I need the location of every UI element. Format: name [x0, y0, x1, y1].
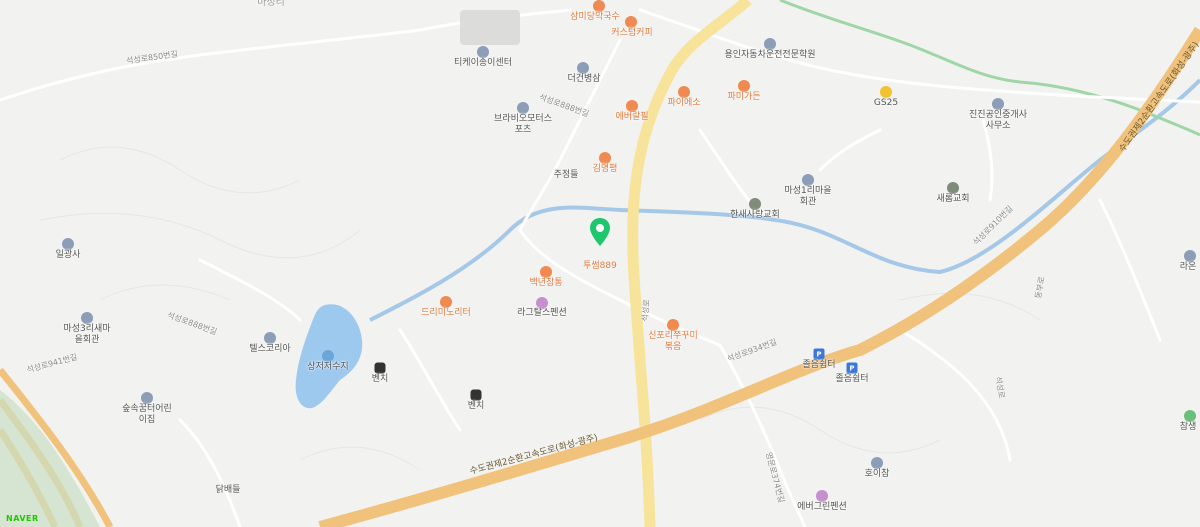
area-label: 마정리: [257, 0, 285, 8]
selected-marker-label[interactable]: 투썸889: [583, 258, 617, 271]
map-canvas[interactable]: 마정리 삼미당막국수 커스텀커피 티케이송이센터 더건병삼 용인자동차운전전문학…: [0, 0, 1200, 527]
poi-label[interactable]: 라그탈스펜션: [517, 308, 567, 319]
park-icon[interactable]: [1184, 410, 1196, 422]
poi-label[interactable]: 숲속꿈터어린이집: [122, 404, 172, 426]
poi-label[interactable]: 벤치: [372, 374, 389, 385]
school-icon[interactable]: [764, 38, 776, 50]
poi-label[interactable]: 진진공인중개사사무소: [968, 110, 1028, 132]
poi-label[interactable]: 티케이송이센터: [454, 58, 512, 69]
poi-icon[interactable]: [992, 98, 1004, 110]
poi-icon[interactable]: [477, 46, 489, 58]
location-pin-icon[interactable]: [589, 217, 611, 247]
poi-icon[interactable]: [871, 457, 883, 469]
poi-icon[interactable]: [81, 312, 93, 324]
poi-label[interactable]: 마성3리새마을회관: [62, 324, 112, 346]
poi-label[interactable]: 백년참통: [529, 278, 562, 289]
poi-label[interactable]: 텔스코리아: [249, 344, 290, 355]
poi-label[interactable]: 에버그린펜션: [797, 502, 847, 513]
poi-label[interactable]: 새롬교회: [936, 194, 969, 205]
poi-label[interactable]: 에버랄필: [615, 112, 648, 123]
poi-label[interactable]: 졸음쉼터: [835, 374, 868, 385]
poi-label[interactable]: GS25: [874, 98, 898, 109]
poi-label[interactable]: 일광사: [56, 250, 81, 261]
restaurant-icon[interactable]: [540, 266, 552, 278]
poi-icon[interactable]: [802, 174, 814, 186]
restaurant-icon[interactable]: [626, 100, 638, 112]
poi-label[interactable]: 더건병삼: [567, 74, 600, 85]
poi-icon[interactable]: [264, 332, 276, 344]
convenience-store-icon[interactable]: [880, 86, 892, 98]
church-icon[interactable]: [947, 182, 959, 194]
poi-label[interactable]: 신포리쭈꾸미볶음: [648, 331, 698, 353]
store-icon[interactable]: [440, 296, 452, 308]
poi-icon[interactable]: [517, 102, 529, 114]
restaurant-icon[interactable]: [678, 86, 690, 98]
poi-label[interactable]: 상저저수지: [307, 362, 348, 373]
temple-icon[interactable]: [62, 238, 74, 250]
poi-label[interactable]: 김명평: [593, 164, 618, 175]
reservoir-icon[interactable]: [322, 350, 334, 362]
poi-label[interactable]: 파미가든: [727, 92, 760, 103]
naver-logo: NAVER: [6, 514, 39, 523]
bench-icon[interactable]: [470, 389, 482, 401]
poi-label[interactable]: 호이참: [865, 469, 890, 480]
kindergarten-icon[interactable]: [141, 392, 153, 404]
poi-label[interactable]: 참생: [1180, 422, 1197, 433]
poi-label[interactable]: 파이에소: [667, 98, 700, 109]
poi-label[interactable]: 용인자동차운전전문학원: [724, 50, 815, 61]
rest-area-icon[interactable]: P: [813, 348, 825, 360]
pension-icon[interactable]: [816, 490, 828, 502]
poi-label[interactable]: 커스텀커피: [611, 28, 652, 39]
poi-label[interactable]: 라온: [1180, 262, 1197, 273]
main-road: [627, 0, 752, 527]
poi-label[interactable]: 마성1리마을회관: [783, 186, 833, 208]
restaurant-icon[interactable]: [593, 0, 605, 12]
poi-label[interactable]: 벤치: [468, 401, 485, 412]
poi-label[interactable]: 브라비오모터스포츠: [493, 114, 553, 136]
restaurant-icon[interactable]: [667, 319, 679, 331]
bench-icon[interactable]: [374, 362, 386, 374]
rest-area-icon[interactable]: P: [846, 362, 858, 374]
place-label: 닭배들: [215, 485, 241, 495]
cafe-icon[interactable]: [625, 16, 637, 28]
poi-icon[interactable]: [577, 62, 589, 74]
poi-label[interactable]: 드리미노리터: [421, 308, 471, 319]
poi-label[interactable]: 삼미당막국수: [570, 12, 620, 23]
poi-label[interactable]: 한새사랑교회: [730, 210, 780, 221]
restaurant-icon[interactable]: [738, 80, 750, 92]
restaurant-icon[interactable]: [599, 152, 611, 164]
road-label: 석성로: [640, 299, 652, 322]
place-label: 주정들: [553, 170, 579, 180]
expressway: [318, 26, 1200, 527]
poi-label[interactable]: 졸음쉼터: [802, 360, 835, 371]
poi-icon[interactable]: [1184, 250, 1196, 262]
church-icon[interactable]: [749, 198, 761, 210]
